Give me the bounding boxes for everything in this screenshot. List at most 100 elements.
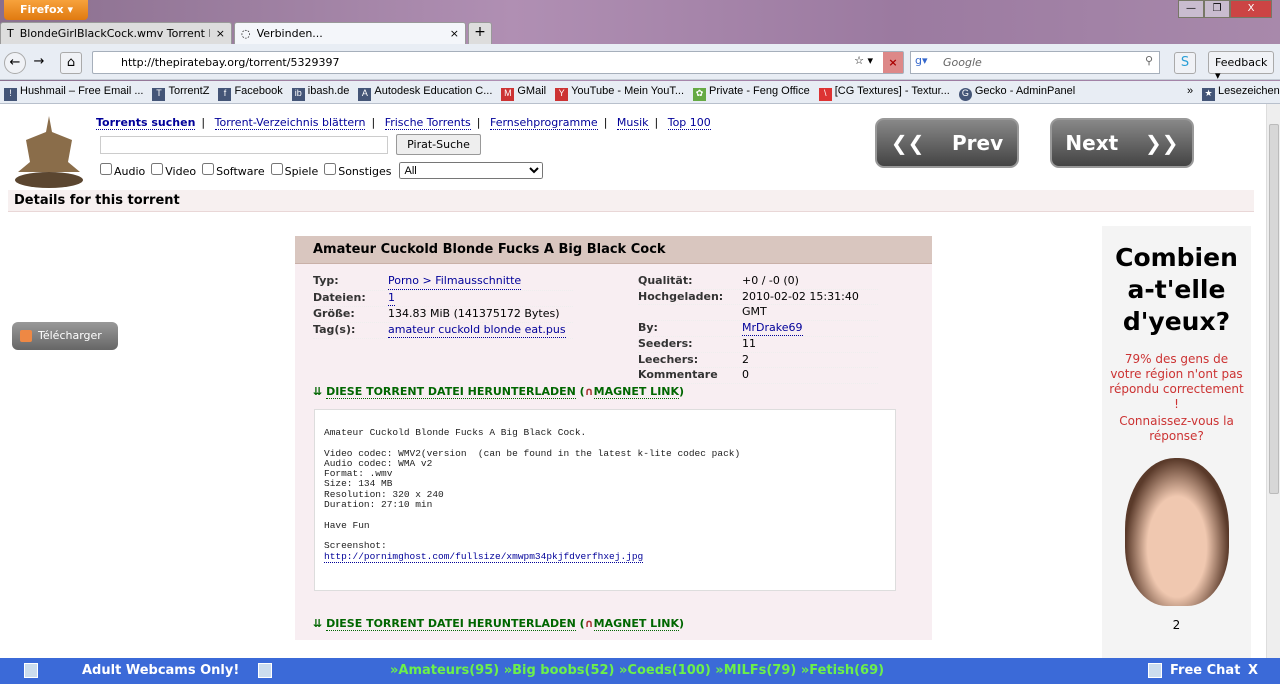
google-icon: g▾ [915, 54, 928, 67]
detail-row: Qualität: +0 / -0 (0) [638, 274, 878, 290]
detail-label: Hochgeladen: [638, 289, 724, 303]
download-torrent-link-bottom[interactable]: DIESE TORRENT DATEI HERUNTERLADEN [326, 617, 576, 631]
home-button[interactable]: ⌂ [60, 52, 82, 74]
magnet-link[interactable]: MAGNET LINK [593, 385, 680, 399]
nav-browse[interactable]: Torrent-Verzeichnis blättern [214, 116, 366, 130]
nav-recent[interactable]: Frische Torrents [384, 116, 471, 130]
telecharger-button[interactable]: Télécharger [12, 322, 118, 350]
detail-label [638, 305, 742, 320]
search-icon[interactable]: ⚲ [1145, 54, 1153, 67]
checkbox-video[interactable]: Video [151, 163, 196, 178]
screenshot-link[interactable]: http://pornimghost.com/fullsize/xmwpm34p… [324, 550, 644, 563]
detail-label: By: [638, 320, 658, 334]
pirate-bay-logo[interactable] [12, 112, 86, 190]
minimize-button[interactable]: — [1178, 0, 1204, 18]
feedback-button[interactable]: Feedback ▾ [1208, 51, 1274, 82]
close-bar-button[interactable]: X [1248, 663, 1258, 678]
nav-music[interactable]: Musik [616, 116, 649, 130]
bookmark-gmail[interactable]: M GMail [501, 85, 546, 101]
chat-icon [1148, 663, 1162, 678]
nav-tv[interactable]: Fernsehprogramme [489, 116, 598, 130]
search-input[interactable]: g▾ Google ⚲ [910, 51, 1160, 74]
bookmark-gecko[interactable]: G Gecko - AdminPanel [958, 85, 1075, 101]
bookmark-hushmail[interactable]: ! Hushmail – Free Email ... [4, 85, 143, 101]
detail-row: Typ: Porno > Filmausschnitte [313, 274, 573, 291]
maximize-button[interactable]: ❐ [1204, 0, 1230, 18]
detail-label: Kommentare [638, 368, 718, 381]
bookmarks-menu-button[interactable]: ★ Lesezeichen [1202, 85, 1280, 101]
webcam-icon [24, 663, 38, 678]
tab-2[interactable]: ◌ Verbinden... × [234, 22, 466, 44]
prev-button[interactable]: ❮❮ Prev [875, 118, 1019, 168]
ad-face-image [1124, 458, 1229, 606]
torrent-description: Amateur Cuckold Blonde Fucks A Big Black… [314, 409, 896, 591]
magnet-link-bottom[interactable]: MAGNET LINK [593, 617, 680, 631]
bookmark-torrentz[interactable]: T TorrentZ [152, 85, 209, 101]
detail-value: GMT [742, 305, 767, 318]
new-tab-button[interactable]: + [468, 22, 492, 44]
detail-row: Größe: 134.83 MiB (141375172 Bytes) [313, 307, 573, 323]
bookmark-cg-textures[interactable]: \ [CG Textures] - Textur... [818, 85, 950, 101]
webcam-category-links[interactable]: »Amateurs(95) »Big boobs(52) »Coeds(100)… [390, 663, 884, 678]
bookmarks-overflow-button[interactable]: » [1187, 85, 1193, 97]
download-links-bottom: ⇊ DIESE TORRENT DATEI HERUNTERLADEN (∩MA… [313, 617, 685, 631]
firefox-menu-button[interactable]: Firefox ▾ [4, 0, 88, 20]
detail-label: Qualität: [638, 274, 693, 287]
loading-icon: ◌ [241, 27, 251, 40]
detail-label: Größe: [313, 307, 355, 320]
category-select[interactable]: All [399, 162, 544, 179]
forward-button[interactable]: → [28, 52, 50, 74]
magnet-icon: ∩ [584, 617, 594, 630]
detail-value[interactable]: amateur cuckold blonde eat.pus [388, 323, 566, 338]
detail-row: Dateien: 1 [313, 291, 573, 307]
back-button[interactable]: ← [4, 52, 26, 74]
download-icon: ⇊ [313, 385, 323, 398]
close-tab-icon[interactable]: × [450, 27, 459, 40]
checkbox-audio[interactable]: Audio [100, 163, 145, 178]
detail-value[interactable]: Porno > Filmausschnitte [388, 274, 522, 290]
chevron-right-icon: ❯❯ [1145, 131, 1179, 155]
adult-webcams-link[interactable]: Adult Webcams Only! [82, 663, 239, 678]
bookmark-autodesk[interactable]: A Autodesk Education C... [358, 85, 492, 101]
skype-icon[interactable]: S [1174, 52, 1196, 74]
detail-row: Kommentare 0 [638, 368, 878, 384]
detail-value: +0 / -0 (0) [742, 274, 799, 287]
torrent-search-input[interactable] [100, 136, 388, 154]
tab-1[interactable]: T BlondeGirlBlackCock.wmv Torrent D... × [0, 22, 232, 44]
detail-row: Seeders: 11 [638, 337, 878, 353]
window-controls: — ❐ X [1178, 0, 1272, 18]
url-input[interactable]: http://thepiratebay.org/torrent/5329397 ☆… [92, 51, 904, 74]
free-chat-link[interactable]: Free Chat [1170, 663, 1240, 678]
scrollbar-thumb[interactable] [1269, 124, 1279, 494]
bookmark-ibash[interactable]: ib ibash.de [291, 85, 349, 101]
close-tab-icon[interactable]: × [216, 27, 225, 40]
bookmark-youtube[interactable]: Y YouTube - Mein YouT... [555, 85, 684, 101]
close-window-button[interactable]: X [1230, 0, 1272, 18]
bookmarks-toolbar: ! Hushmail – Free Email ... T TorrentZ f Fa… [0, 81, 1280, 104]
nav-top100[interactable]: Top 100 [667, 116, 711, 130]
stop-button[interactable]: × [883, 52, 903, 73]
bookmark-facebook[interactable]: f Facebook [218, 85, 283, 101]
detail-row: GMT [638, 305, 878, 321]
detail-value: 11 [742, 337, 756, 350]
next-button[interactable]: Next ❯❯ [1050, 118, 1194, 168]
tab-favicon-icon: T [7, 27, 14, 40]
detail-label: Tag(s): [313, 322, 356, 336]
bookmark-feng-office[interactable]: ✿ Private - Feng Office [693, 85, 810, 101]
detail-value[interactable]: MrDrake69 [742, 321, 803, 336]
detail-label: Seeders: [638, 337, 693, 350]
torrent-title: Amateur Cuckold Blonde Fucks A Big Black… [295, 236, 932, 264]
checkbox-sonstiges[interactable]: Sonstiges [324, 163, 391, 178]
detail-row: Hochgeladen: 2010-02-02 15:31:40 [638, 289, 878, 305]
checkbox-spiele[interactable]: Spiele [270, 163, 318, 178]
detail-value[interactable]: 1 [388, 291, 395, 306]
advertisement[interactable]: Combien a-t'elle d'yeux? 79% des gens de… [1102, 226, 1251, 658]
pirate-search-button[interactable]: Pirat-Suche [396, 134, 481, 155]
nav-search[interactable]: Torrents suchen [96, 116, 196, 130]
download-torrent-link[interactable]: DIESE TORRENT DATEI HERUNTERLADEN [326, 385, 576, 399]
vertical-scrollbar[interactable] [1266, 104, 1280, 658]
navigation-toolbar: ← → ⌂ http://thepiratebay.org/torrent/53… [0, 44, 1280, 82]
webcam-ad-bar: Adult Webcams Only! »Amateurs(95) »Big b… [0, 658, 1280, 684]
checkbox-software[interactable]: Software [202, 163, 265, 178]
star-icon[interactable]: ☆ ▾ [854, 54, 873, 67]
